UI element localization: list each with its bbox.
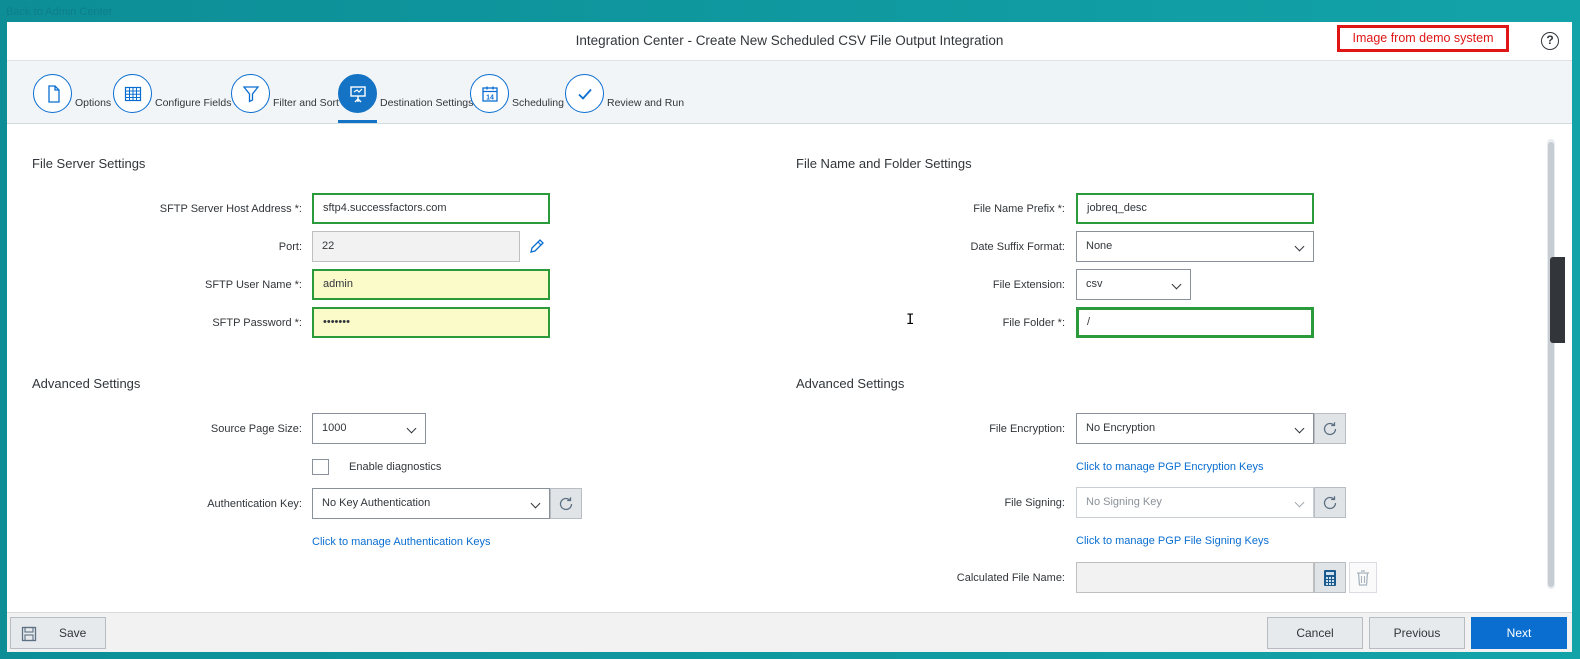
step-label: Destination Settings [380, 97, 474, 109]
sftp-password-input[interactable]: ••••••• [312, 307, 550, 338]
advanced-settings-left-title: Advanced Settings [32, 376, 141, 391]
calculate-file-name-button[interactable] [1314, 562, 1346, 593]
source-page-size-value: 1000 [322, 422, 347, 434]
file-signing-value: No Signing Key [1086, 496, 1162, 508]
port-label: Port: [278, 241, 302, 253]
table-grid-icon [113, 74, 152, 113]
date-suffix-select[interactable]: None [1076, 231, 1314, 262]
port-input[interactable]: 22 [312, 231, 520, 262]
file-extension-select[interactable]: csv [1076, 269, 1191, 300]
filter-funnel-icon [231, 74, 270, 113]
enable-diagnostics-checkbox[interactable] [312, 459, 329, 475]
calculated-file-name-label: Calculated File Name: [956, 572, 1065, 584]
sftp-user-label: SFTP User Name *: [205, 279, 302, 291]
chevron-down-icon [1171, 279, 1182, 290]
refresh-icon [1323, 495, 1337, 509]
chevron-down-icon [406, 423, 417, 434]
file-signing-label: File Signing: [1004, 497, 1065, 509]
integration-dialog: Integration Center - Create New Schedule… [7, 22, 1572, 652]
step-label: Scheduling [512, 97, 564, 109]
chevron-down-icon [1294, 423, 1305, 434]
trash-icon [1357, 569, 1369, 586]
step-label: Review and Run [607, 97, 685, 109]
refresh-icon [559, 496, 573, 510]
file-extension-label: File Extension: [992, 279, 1065, 291]
advanced-settings-right-title: Advanced Settings [796, 376, 905, 391]
chevron-down-icon [1294, 497, 1305, 508]
next-button[interactable]: Next [1471, 617, 1567, 649]
date-suffix-label: Date Suffix Format: [970, 241, 1065, 253]
step-label: Configure Fields [155, 97, 232, 109]
previous-button[interactable]: Previous [1369, 617, 1465, 649]
sftp-host-input[interactable]: sftp4.successfactors.com [312, 193, 550, 224]
source-page-size-select[interactable]: 1000 [312, 413, 426, 444]
save-button[interactable]: Save [10, 617, 106, 649]
back-to-admin-center-link[interactable]: Back to Admin Center [6, 6, 112, 18]
dialog-header: Integration Center - Create New Schedule… [7, 22, 1572, 60]
cancel-button[interactable]: Cancel [1267, 617, 1363, 649]
edit-pencil-icon[interactable] [526, 236, 546, 256]
file-folder-label: File Folder *: [1002, 317, 1065, 329]
support-side-tab[interactable] [1550, 257, 1565, 343]
help-icon[interactable]: ? [1541, 32, 1559, 50]
file-name-folder-title: File Name and Folder Settings [796, 156, 972, 171]
enable-diagnostics-label: Enable diagnostics [349, 461, 442, 473]
checkmark-icon [565, 74, 604, 113]
sftp-password-label: SFTP Password *: [212, 317, 302, 329]
file-encryption-value: No Encryption [1086, 422, 1156, 434]
refresh-encryption-keys-button[interactable] [1314, 413, 1346, 444]
calendar-icon: 14 [470, 74, 509, 113]
dialog-footer: Save Cancel Previous Next [7, 612, 1572, 652]
file-encryption-label: File Encryption: [989, 423, 1065, 435]
chevron-down-icon [530, 498, 541, 509]
date-suffix-value: None [1086, 240, 1113, 252]
manage-auth-keys-link[interactable]: Click to manage Authentication Keys [312, 536, 491, 548]
text-cursor-icon: I [906, 312, 915, 328]
step-label: Filter and Sort [273, 97, 339, 109]
document-icon [33, 74, 72, 113]
calendar-day: 14 [486, 94, 494, 101]
file-name-prefix-label: File Name Prefix *: [973, 203, 1065, 215]
file-name-prefix-input[interactable]: jobreq_desc [1076, 193, 1314, 224]
chevron-down-icon [1294, 241, 1305, 252]
wizard-stepper: Options Configure Fields Filter and Sort… [7, 60, 1572, 124]
sftp-host-label: SFTP Server Host Address *: [159, 203, 302, 215]
delete-file-name-button[interactable] [1349, 562, 1377, 593]
refresh-signing-keys-button[interactable] [1314, 487, 1346, 518]
form-content: File Server Settings SFTP Server Host Ad… [7, 124, 1552, 614]
save-label: Save [59, 626, 87, 640]
authentication-key-label: Authentication Key: [207, 498, 302, 510]
calculated-file-name-input [1076, 562, 1314, 593]
file-extension-value: csv [1086, 278, 1103, 290]
save-disk-icon [21, 626, 37, 645]
manage-pgp-encryption-keys-link[interactable]: Click to manage PGP Encryption Keys [1076, 461, 1264, 473]
file-folder-input[interactable]: / [1076, 307, 1314, 338]
file-encryption-select[interactable]: No Encryption [1076, 413, 1314, 444]
step-label: Options [75, 97, 112, 109]
refresh-icon [1323, 421, 1337, 435]
refresh-auth-keys-button[interactable] [550, 488, 582, 519]
shell-topbar: Back to Admin Center [0, 0, 1580, 23]
file-server-settings-title: File Server Settings [32, 156, 146, 171]
presentation-board-icon [338, 74, 377, 113]
vertical-scrollbar-thumb[interactable] [1548, 142, 1554, 587]
sftp-user-input[interactable]: admin [312, 269, 550, 300]
active-step-indicator [338, 120, 377, 123]
authentication-key-select[interactable]: No Key Authentication [312, 488, 550, 519]
file-signing-select[interactable]: No Signing Key [1076, 487, 1314, 518]
demo-system-badge: Image from demo system [1337, 25, 1509, 52]
calculator-icon [1324, 569, 1336, 586]
manage-pgp-signing-keys-link[interactable]: Click to manage PGP File Signing Keys [1076, 535, 1269, 547]
authentication-key-value: No Key Authentication [322, 497, 431, 509]
source-page-size-label: Source Page Size: [210, 423, 302, 435]
